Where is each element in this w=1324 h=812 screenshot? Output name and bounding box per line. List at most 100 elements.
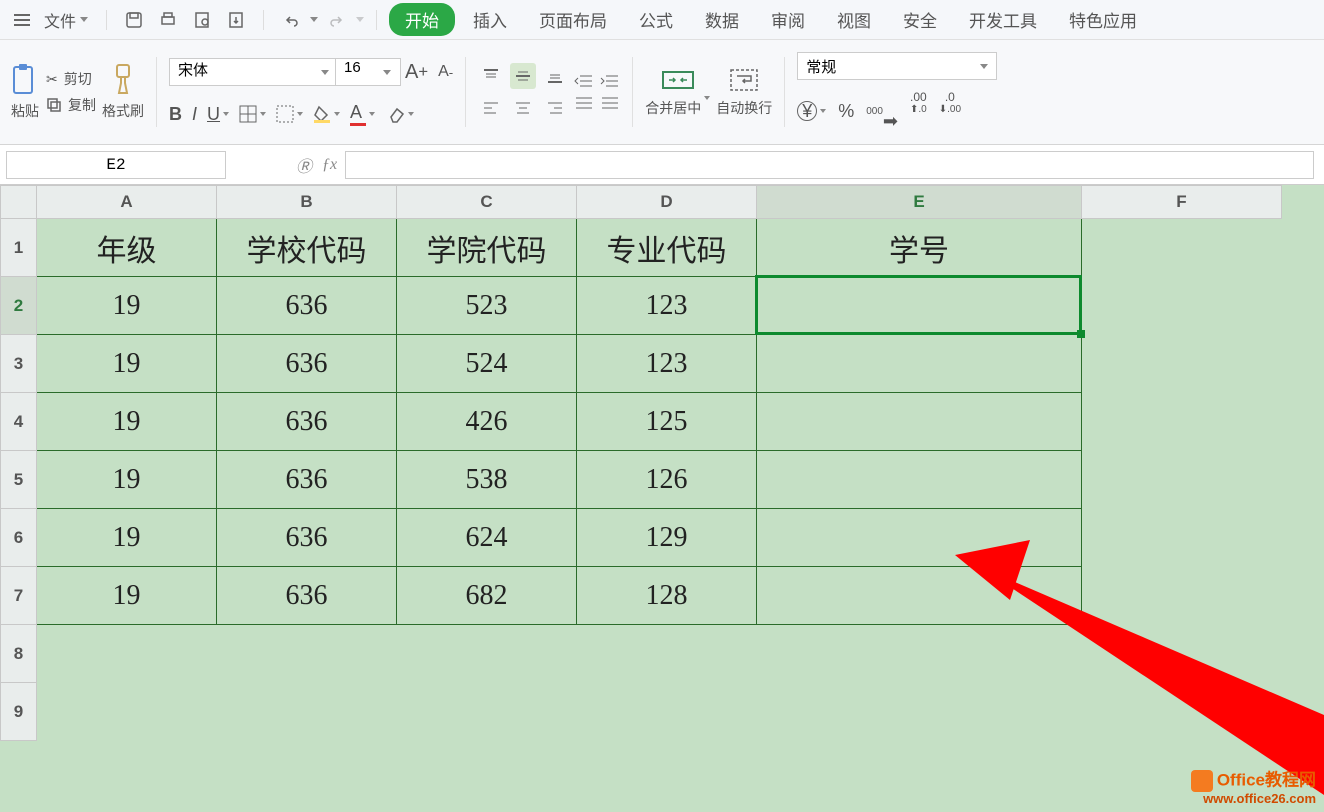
chevron-down-icon[interactable]: [383, 70, 391, 75]
fx-icon[interactable]: ƒx: [322, 156, 337, 174]
tab-view[interactable]: 视图: [823, 1, 885, 38]
cell-A8[interactable]: [37, 625, 217, 683]
save-icon[interactable]: [123, 9, 145, 31]
cell-A5[interactable]: 19: [37, 451, 217, 509]
row-header-1[interactable]: 1: [1, 219, 37, 277]
row-header-8[interactable]: 8: [1, 625, 37, 683]
italic-icon[interactable]: I: [192, 104, 197, 125]
align-right-icon[interactable]: [542, 95, 568, 121]
cell-A2[interactable]: 19: [37, 277, 217, 335]
cell-E4[interactable]: [757, 393, 1082, 451]
row-header-6[interactable]: 6: [1, 509, 37, 567]
percent-icon[interactable]: %: [838, 90, 854, 132]
font-size-combo[interactable]: 16: [335, 58, 401, 86]
tab-dev[interactable]: 开发工具: [955, 1, 1051, 38]
cell-D8[interactable]: [577, 625, 757, 683]
file-menu[interactable]: 文件: [44, 8, 88, 32]
decrease-font-icon[interactable]: A-: [438, 63, 453, 81]
redo-icon[interactable]: [326, 9, 348, 31]
cell-C8[interactable]: [397, 625, 577, 683]
cell-D2[interactable]: 123: [577, 277, 757, 335]
cell-F1[interactable]: [1082, 219, 1282, 277]
row-header-3[interactable]: 3: [1, 335, 37, 393]
tab-data[interactable]: 数据: [691, 1, 753, 38]
cell-D6[interactable]: 129: [577, 509, 757, 567]
font-name-combo[interactable]: 宋体: [169, 58, 339, 86]
cell-C3[interactable]: 524: [397, 335, 577, 393]
border-icon[interactable]: [239, 105, 266, 123]
cut-button[interactable]: ✂ 剪切: [46, 69, 96, 89]
eraser-icon[interactable]: [385, 105, 414, 123]
preview-icon[interactable]: [191, 9, 213, 31]
align-left-icon[interactable]: [478, 95, 504, 121]
tab-layout[interactable]: 页面布局: [525, 1, 621, 38]
cell-C6[interactable]: 624: [397, 509, 577, 567]
col-header-D[interactable]: D: [577, 186, 757, 219]
cell-A6[interactable]: 19: [37, 509, 217, 567]
cell-F2[interactable]: [1082, 277, 1282, 335]
cell-E2[interactable]: [757, 277, 1082, 335]
cell-B2[interactable]: 636: [217, 277, 397, 335]
cell-C4[interactable]: 426: [397, 393, 577, 451]
col-header-C[interactable]: C: [397, 186, 577, 219]
align-top-icon[interactable]: [478, 63, 504, 89]
chevron-down-icon[interactable]: [321, 70, 329, 75]
sheet[interactable]: ABCDEF1年级学校代码学院代码专业代码学号21963652312331963…: [0, 185, 1324, 741]
col-header-A[interactable]: A: [37, 186, 217, 219]
row-header-5[interactable]: 5: [1, 451, 37, 509]
cell-C5[interactable]: 538: [397, 451, 577, 509]
row-header-7[interactable]: 7: [1, 567, 37, 625]
cell-B3[interactable]: 636: [217, 335, 397, 393]
cell-A9[interactable]: [37, 683, 217, 741]
cell-B7[interactable]: 636: [217, 567, 397, 625]
cell-E6[interactable]: [757, 509, 1082, 567]
cell-B8[interactable]: [217, 625, 397, 683]
cell-F7[interactable]: [1082, 567, 1282, 625]
row-header-2[interactable]: 2: [1, 277, 37, 335]
cell-A1[interactable]: 年级: [37, 219, 217, 277]
merge-button[interactable]: 合并居中: [645, 66, 710, 118]
increase-decimal-icon[interactable]: .00⬆.0: [910, 90, 927, 132]
cell-B1[interactable]: 学校代码: [217, 219, 397, 277]
cell-E5[interactable]: [757, 451, 1082, 509]
name-box[interactable]: [6, 151, 226, 179]
col-header-F[interactable]: F: [1082, 186, 1282, 219]
cell-C9[interactable]: [397, 683, 577, 741]
align-center-icon[interactable]: [510, 95, 536, 121]
comma-icon[interactable]: 000➡: [866, 90, 898, 132]
cell-F8[interactable]: [1082, 625, 1282, 683]
hamburger-icon[interactable]: [10, 10, 34, 30]
tab-feature[interactable]: 特色应用: [1055, 1, 1151, 38]
cell-E7[interactable]: [757, 567, 1082, 625]
cell-E3[interactable]: [757, 335, 1082, 393]
cell-D9[interactable]: [577, 683, 757, 741]
formula-input[interactable]: [345, 151, 1314, 179]
undo-icon[interactable]: [280, 9, 302, 31]
search-fx-icon[interactable]: Ⓡ: [296, 153, 312, 177]
fill-color-icon[interactable]: [313, 105, 340, 123]
cell-C2[interactable]: 523: [397, 277, 577, 335]
currency-icon[interactable]: ¥: [797, 90, 826, 132]
cell-F5[interactable]: [1082, 451, 1282, 509]
tab-review[interactable]: 审阅: [757, 1, 819, 38]
cell-D4[interactable]: 125: [577, 393, 757, 451]
distribute-icon[interactable]: [574, 95, 594, 111]
underline-icon[interactable]: U: [207, 104, 229, 125]
align-middle-icon[interactable]: [510, 63, 536, 89]
increase-indent-icon[interactable]: [600, 73, 620, 89]
cell-D3[interactable]: 123: [577, 335, 757, 393]
col-header-B[interactable]: B: [217, 186, 397, 219]
decrease-indent-icon[interactable]: [574, 73, 594, 89]
tab-formula[interactable]: 公式: [625, 1, 687, 38]
cell-F4[interactable]: [1082, 393, 1282, 451]
cell-E9[interactable]: [757, 683, 1082, 741]
decrease-decimal-icon[interactable]: .0⬇.00: [939, 90, 961, 132]
print-icon[interactable]: [157, 9, 179, 31]
wrap-button[interactable]: 自动换行: [716, 66, 772, 118]
formatpainter-button[interactable]: 格式刷: [102, 63, 144, 121]
cell-B4[interactable]: 636: [217, 393, 397, 451]
cell-F6[interactable]: [1082, 509, 1282, 567]
cell-C1[interactable]: 学院代码: [397, 219, 577, 277]
cell-E8[interactable]: [757, 625, 1082, 683]
cell-D5[interactable]: 126: [577, 451, 757, 509]
